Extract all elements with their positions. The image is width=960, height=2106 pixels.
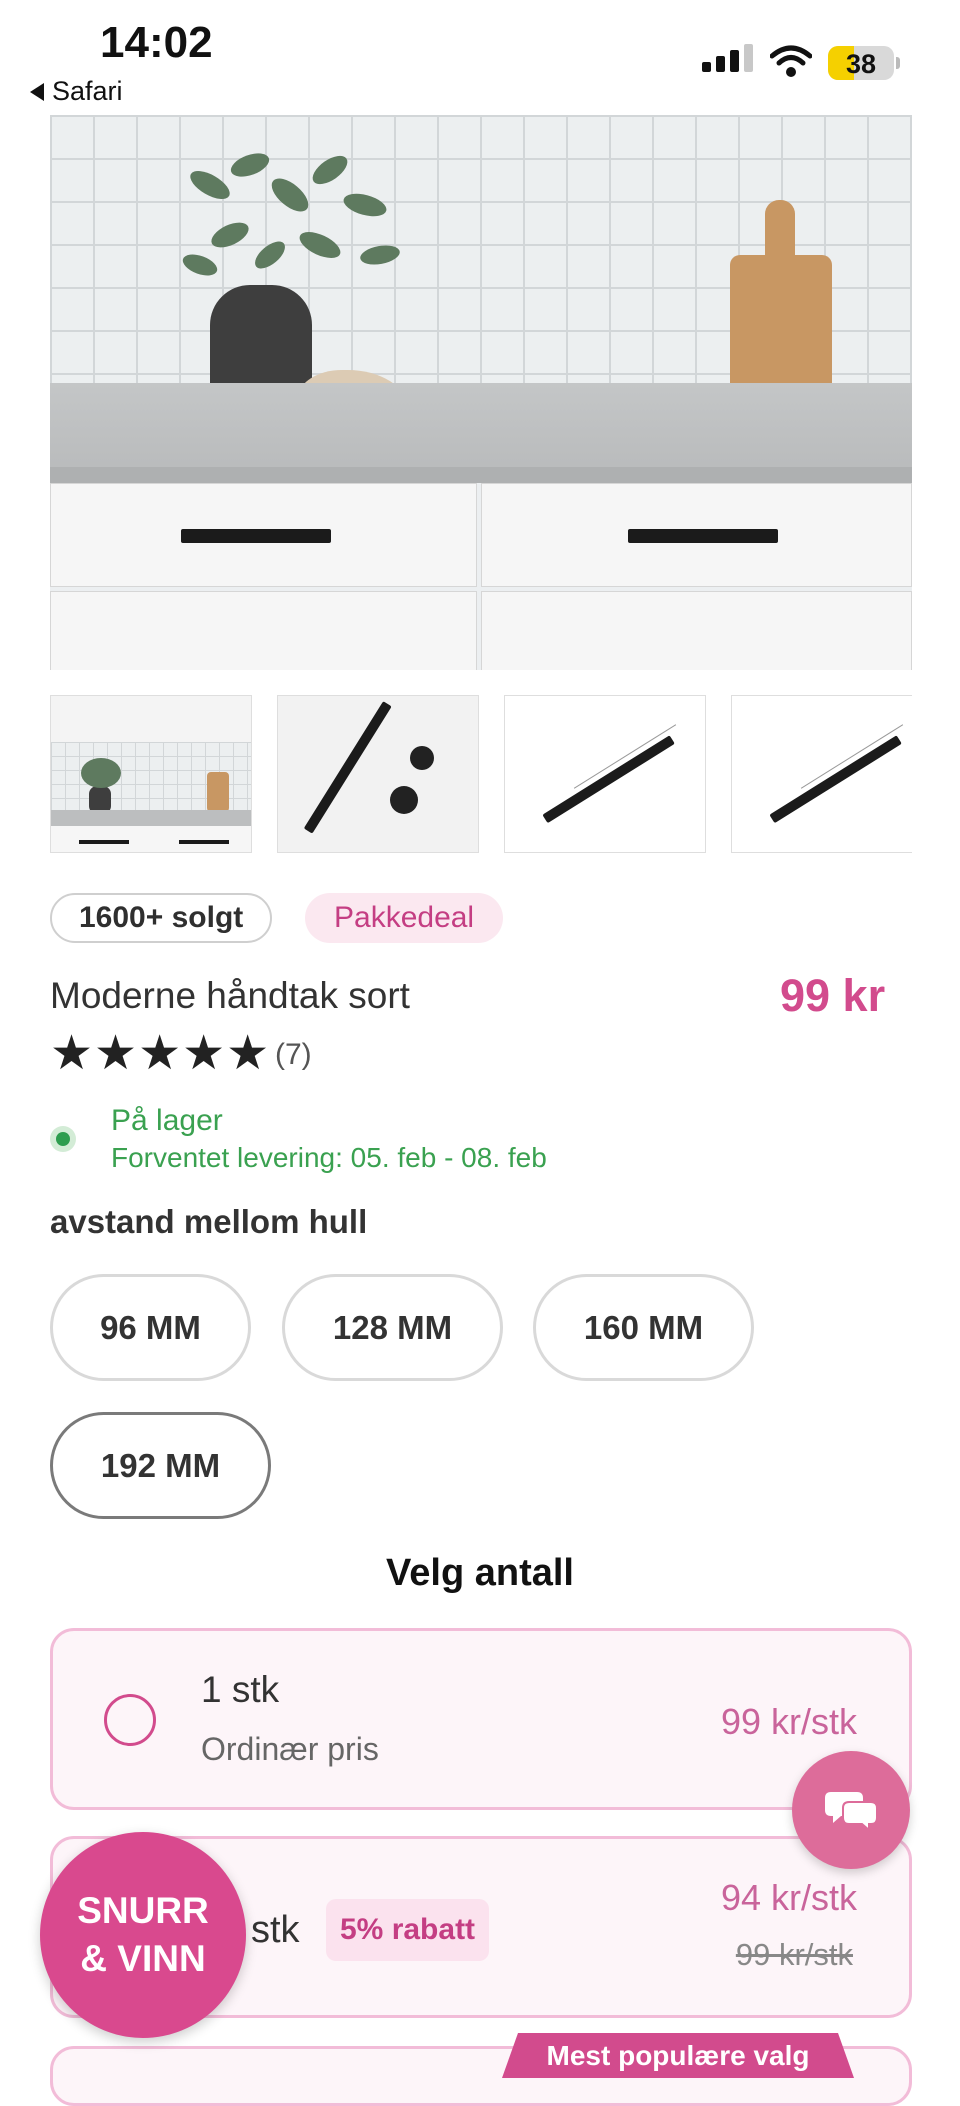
option-price: 94 kr/stk	[720, 1877, 857, 1918]
option-old-price: 99 kr/stk	[735, 1937, 853, 1972]
variant-label: avstand mellom hull	[50, 1203, 368, 1240]
spin-line-1: SNURR	[77, 1889, 209, 1931]
thumbnail-handle-knob[interactable]	[277, 695, 479, 853]
chat-bubbles-icon	[825, 1792, 877, 1832]
variant-option-160mm[interactable]: 160 MM	[533, 1274, 754, 1381]
black-handle-left	[181, 529, 331, 543]
plant-leaves	[182, 153, 400, 276]
battery-icon: 38	[828, 46, 894, 80]
status-time: 14:02	[100, 18, 213, 67]
product-main-image[interactable]	[50, 115, 912, 670]
option-quantity: stk	[251, 1909, 300, 1951]
wifi-icon	[770, 45, 812, 77]
option-quantity: 1 stk	[201, 1669, 280, 1710]
radio-button[interactable]	[104, 1694, 156, 1746]
cellular-signal-icon	[702, 44, 753, 72]
spin-line-2: & VINN	[80, 1938, 206, 1979]
spin-and-win-button[interactable]: SNURR & VINN	[40, 1832, 246, 2038]
countertop-edge	[50, 467, 912, 483]
package-deal-badge: Pakkedeal	[305, 893, 504, 943]
discount-badge: 5% rabatt	[326, 1899, 490, 1961]
chat-button[interactable]	[792, 1751, 910, 1869]
option-subtitle: Ordinær pris	[201, 1731, 379, 1767]
option-price: 99 kr/stk	[720, 1701, 857, 1742]
stock-status: På lager	[111, 1104, 223, 1137]
variant-option-96mm[interactable]: 96 MM	[50, 1274, 251, 1381]
product-title: Moderne håndtak sort	[50, 975, 410, 1016]
star-rating[interactable]: ★★★★★	[50, 1030, 270, 1078]
countertop	[50, 383, 912, 473]
cabinet-left	[50, 591, 477, 670]
thumbnail-dimensions-2[interactable]	[731, 695, 912, 853]
back-to-safari-button[interactable]: Safari	[30, 76, 123, 107]
in-stock-indicator-icon	[50, 1126, 76, 1152]
variant-option-192mm[interactable]: 192 MM	[50, 1412, 271, 1519]
quantity-option-1[interactable]: 1 stk Ordinær pris 99 kr/stk	[50, 1628, 912, 1810]
expected-delivery: Forventet levering: 05. feb - 08. feb	[111, 1142, 547, 1173]
variant-option-128mm[interactable]: 128 MM	[282, 1274, 503, 1381]
battery-tip	[896, 57, 900, 69]
cabinet-right	[481, 591, 912, 670]
battery-level: 38	[845, 49, 877, 79]
quantity-heading: Velg antall	[386, 1552, 574, 1594]
review-count[interactable]: (7)	[275, 1038, 312, 1072]
black-handle-right	[628, 529, 778, 543]
most-popular-ribbon: Mest populære valg	[502, 2033, 854, 2078]
thumbnail-kitchen[interactable]	[50, 695, 252, 853]
back-label: Safari	[52, 76, 123, 106]
sold-count-badge: 1600+ solgt	[50, 893, 273, 943]
product-price: 99 kr	[780, 970, 886, 1021]
back-arrow-icon	[30, 82, 44, 101]
thumbnail-dimensions-1[interactable]	[504, 695, 706, 853]
